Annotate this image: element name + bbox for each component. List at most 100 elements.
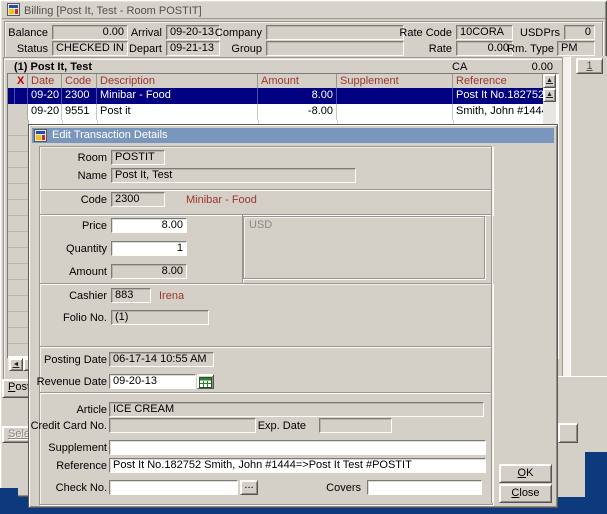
covers-label: Covers [326, 482, 361, 494]
exp-date-label: Exp. Date [258, 420, 306, 432]
posting-date-field[interactable]: 06-17-14 10:55 AM [109, 352, 214, 367]
reference-label: Reference [56, 460, 107, 472]
reference-field[interactable]: Post It No.182752 Smith, John #1444=>Pos… [109, 458, 486, 473]
name-label: Name [78, 170, 107, 182]
grid-header-row: X Date Code Description Amount Supplemen… [8, 74, 543, 88]
amount-field[interactable]: 8.00 [111, 264, 187, 279]
company-label: Company [215, 27, 262, 40]
group-label: Group [231, 43, 262, 56]
currency-info-box [243, 216, 485, 279]
check-no-label: Check No. [56, 482, 107, 494]
rate-code-field[interactable]: 10CORA [456, 25, 513, 40]
price-label: Price [82, 220, 107, 232]
cashier-field[interactable]: 883 [111, 288, 151, 303]
row-marked-cell[interactable] [14, 88, 28, 104]
name-field[interactable]: Post It, Test [111, 168, 356, 183]
exp-date-field[interactable] [319, 418, 392, 433]
dialog-title: Edit Transaction Details [52, 128, 168, 143]
status-label: Status [17, 43, 48, 56]
credit-card-label: Credit Card No. [31, 420, 107, 432]
row-marked-cell[interactable] [14, 104, 28, 120]
code-description: Minibar - Food [186, 194, 257, 206]
code-label: Code [81, 194, 107, 206]
amount-label: Amount [69, 266, 107, 278]
currency-label: USD [520, 27, 543, 40]
transaction-row[interactable]: 09-20 9551 Post it -8.00 Smith, John #14… [8, 104, 543, 121]
supplement-field[interactable] [109, 440, 486, 455]
revenue-date-label: Revenue Date [37, 376, 107, 388]
cashier-label: Cashier [69, 290, 107, 302]
code-panel [39, 189, 493, 215]
room-label: Room [78, 152, 107, 164]
covers-field[interactable] [367, 480, 482, 495]
folio-pages-panel [570, 56, 607, 376]
grid-col-supplement: Supplement [337, 74, 453, 88]
room-field[interactable]: POSTIT [111, 150, 165, 165]
desktop-patch [585, 452, 607, 497]
price-field[interactable]: 8.00 [111, 218, 187, 233]
row-reference-cell[interactable]: Smith, John #1444=>Post [453, 104, 543, 120]
currency-box-label: USD [249, 219, 272, 231]
persons-field[interactable]: 0 [564, 25, 595, 40]
depart-label: Depart [129, 43, 162, 56]
row-description-cell[interactable]: Post it [97, 104, 258, 120]
article-field[interactable]: ICE CREAM [109, 402, 484, 417]
application-desktop: Billing [Post It, Test - Room POSTIT] Ba… [0, 0, 607, 514]
scroll-thumb[interactable]: ▲ [543, 88, 556, 102]
row-supplement-cell[interactable] [337, 88, 453, 104]
code-field[interactable]: 2300 [111, 192, 165, 207]
scroll-left-icon[interactable]: ◄ [9, 358, 23, 371]
company-field[interactable] [266, 25, 404, 40]
row-code-cell[interactable]: 2300 [62, 88, 97, 104]
folio-page-1-button[interactable]: 1 [576, 58, 603, 74]
arrival-field[interactable]: 09-20-13 [166, 25, 220, 40]
ok-button[interactable]: OK [499, 464, 552, 483]
row-description-cell[interactable]: Minibar - Food [97, 88, 258, 104]
grid-col-amount: Amount [258, 74, 337, 88]
balance-field[interactable]: 0.00 [52, 25, 128, 40]
grid-col-description: Description [97, 74, 258, 88]
rate-label: Rate [429, 43, 452, 56]
row-date-cell[interactable]: 09-20 [28, 104, 62, 120]
room-type-field[interactable]: PM [557, 41, 595, 56]
grid-col-marked: X [14, 74, 28, 88]
background-partial-button[interactable] [558, 423, 578, 443]
arrival-label: Arrival [131, 27, 162, 40]
quantity-label: Quantity [66, 243, 107, 255]
group-field[interactable] [266, 41, 404, 56]
dialog-titlebar[interactable]: Edit Transaction Details [32, 128, 554, 143]
row-amount-cell[interactable]: -8.00 [258, 104, 337, 120]
credit-card-field[interactable] [109, 418, 256, 433]
calendar-icon [198, 377, 213, 388]
revenue-date-field[interactable]: 09-20-13 [109, 374, 196, 389]
folio-label: Folio No. [63, 312, 107, 324]
dates-panel [39, 346, 493, 393]
calendar-picker-button[interactable] [197, 374, 214, 389]
row-date-cell[interactable]: 09-20 [28, 88, 62, 104]
billing-window-title: Billing [Post It, Test - Room POSTIT] [24, 3, 202, 19]
article-label: Article [76, 404, 107, 416]
row-amount-cell[interactable]: 8.00 [258, 88, 337, 104]
background-panel-lower [556, 452, 585, 497]
billing-titlebar: Billing [Post It, Test - Room POSTIT] [2, 2, 605, 19]
row-supplement-cell[interactable] [337, 104, 453, 120]
folio-field[interactable]: (1) [111, 310, 209, 325]
check-no-lookup-button[interactable]: ... [240, 480, 258, 495]
quantity-field[interactable]: 1 [111, 241, 187, 256]
rate-field[interactable]: 0.00 [456, 41, 513, 56]
edit-transaction-dialog: Edit Transaction Details Room POSTIT Nam… [28, 124, 558, 508]
row-reference-cell[interactable]: Post It No.182752 Smith, J [453, 88, 543, 104]
check-no-field[interactable] [109, 480, 238, 495]
row-code-cell[interactable]: 9551 [62, 104, 97, 120]
supplement-label: Supplement [48, 442, 107, 454]
dialog-separator [491, 146, 492, 503]
close-button[interactable]: Close [499, 484, 552, 503]
status-field[interactable]: CHECKED IN [52, 41, 128, 56]
balance-label: Balance [8, 27, 48, 40]
scroll-up-icon[interactable]: ▲ [543, 74, 556, 88]
transaction-row-selected[interactable]: 09-20 2300 Minibar - Food 8.00 Post It N… [8, 88, 543, 104]
persons-label: Prs [544, 27, 561, 40]
cashier-panel [39, 283, 493, 347]
depart-field[interactable]: 09-21-13 [166, 41, 220, 56]
posting-date-label: Posting Date [44, 354, 107, 366]
